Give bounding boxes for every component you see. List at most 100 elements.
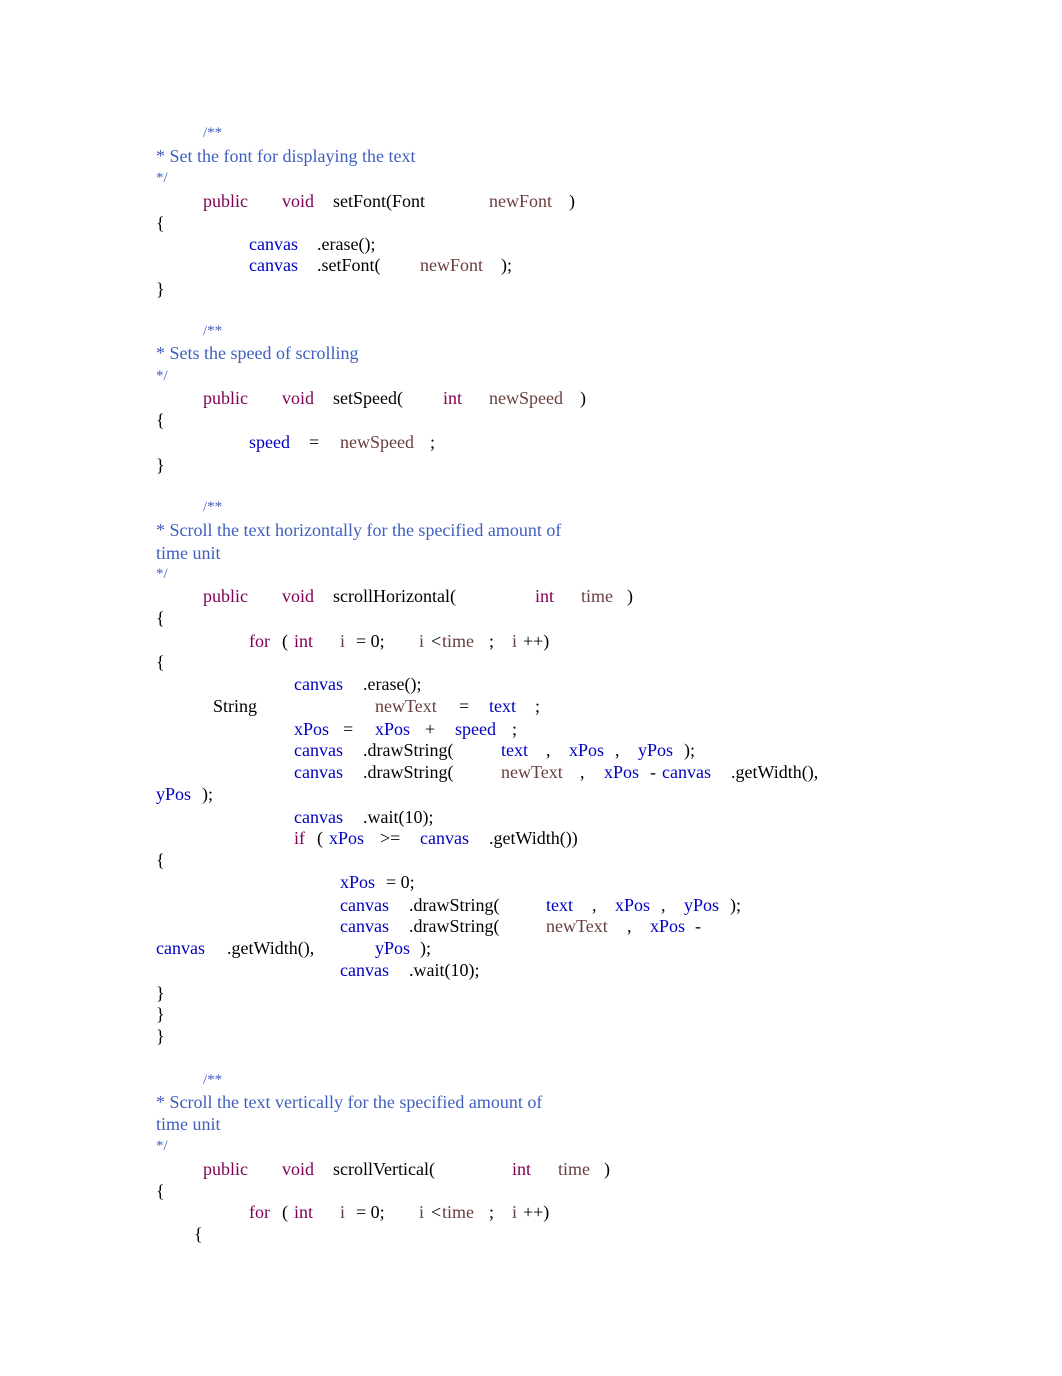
code-token-plain: .getWidth(), — [227, 938, 315, 958]
code-token-field: canvas — [294, 762, 343, 782]
code-token-plain: .drawString( — [409, 895, 500, 915]
code-token-field: canvas — [340, 895, 389, 915]
code-token-plain: String — [213, 696, 258, 716]
code-token-field: xPos — [294, 719, 330, 739]
code-token-plain: setSpeed( — [333, 388, 403, 408]
code-token-plain: ) — [569, 191, 575, 211]
code-token-field: yPos — [684, 895, 720, 915]
code-token-plain: ; — [430, 432, 436, 452]
code-token-plain: } — [156, 1026, 165, 1046]
code-token-plain: .wait(10); — [363, 807, 434, 827]
code-token-plain: scrollHorizontal( — [333, 586, 456, 606]
code-token-var: time — [581, 586, 613, 606]
code-token-plain: ); — [202, 784, 213, 804]
code-token-kw: for — [249, 631, 270, 651]
code-token-plain: .getWidth(), — [731, 762, 819, 782]
code-token-var: newText — [546, 916, 608, 936]
code-token-plain: - — [695, 916, 701, 936]
code-token-comment: */ — [156, 1138, 168, 1154]
code-token-field: canvas — [340, 960, 389, 980]
code-token-plain: ) — [627, 586, 633, 606]
code-token-plain: - — [650, 762, 656, 782]
code-token-kw: public — [203, 191, 248, 211]
code-token-plain: , — [546, 740, 551, 760]
code-token-plain: .getWidth()) — [489, 828, 578, 848]
code-token-kw: void — [282, 1159, 315, 1179]
code-token-plain: ); — [501, 255, 512, 275]
code-token-var: time — [442, 1202, 474, 1222]
code-token-field: canvas — [662, 762, 711, 782]
code-token-comment: /** — [203, 1072, 223, 1088]
code-token-plain: } — [156, 1004, 165, 1024]
code-token-plain: ; — [512, 719, 518, 739]
code-token-kw: int — [294, 1202, 314, 1222]
code-token-field: canvas — [156, 938, 205, 958]
code-token-comment: time unit — [156, 1114, 221, 1134]
code-token-field: xPos — [340, 872, 376, 892]
code-token-plain: >= — [380, 828, 401, 848]
code-token-plain: } — [156, 983, 165, 1003]
code-token-var: newText — [375, 696, 437, 716]
code-token-field: yPos — [638, 740, 674, 760]
code-token-plain: ; — [489, 631, 495, 651]
code-token-plain: { — [156, 652, 165, 672]
code-token-plain: = — [309, 432, 320, 452]
code-token-comment: /** — [203, 323, 223, 339]
code-token-comment: time unit — [156, 543, 221, 563]
code-token-comment: * Scroll the text horizontally for the s… — [156, 520, 562, 540]
code-token-plain: ); — [420, 938, 431, 958]
code-token-var: newFont — [489, 191, 552, 211]
code-token-plain: = — [459, 696, 470, 716]
code-token-field: xPos — [569, 740, 605, 760]
code-token-field: xPos — [604, 762, 640, 782]
code-token-kw: public — [203, 586, 248, 606]
code-token-field: canvas — [294, 674, 343, 694]
code-token-kw: if — [294, 828, 305, 848]
code-token-kw: void — [282, 191, 315, 211]
code-token-plain: ; — [489, 1202, 495, 1222]
code-token-plain: { — [156, 410, 165, 430]
code-token-kw: int — [294, 631, 314, 651]
code-token-plain: } — [156, 455, 165, 475]
code-token-plain: ); — [684, 740, 695, 760]
code-token-kw: void — [282, 388, 315, 408]
code-token-plain: .drawString( — [409, 916, 500, 936]
code-token-plain: ( — [282, 1202, 288, 1222]
code-token-plain: , — [661, 895, 666, 915]
code-token-field: speed — [455, 719, 496, 739]
code-token-field: xPos — [650, 916, 686, 936]
code-token-plain: ); — [730, 895, 741, 915]
code-token-field: text — [489, 696, 516, 716]
code-token-kw: for — [249, 1202, 270, 1222]
code-token-field: canvas — [294, 807, 343, 827]
code-token-comment: * Scroll the text vertically for the spe… — [156, 1092, 543, 1112]
code-token-plain: ) — [604, 1159, 610, 1179]
code-token-plain: , — [615, 740, 620, 760]
code-token-plain: ++) — [523, 631, 550, 651]
code-token-field: yPos — [375, 938, 411, 958]
code-token-plain: { — [156, 213, 165, 233]
code-token-kw: public — [203, 1159, 248, 1179]
code-token-var: i — [340, 1202, 346, 1222]
code-token-plain: , — [592, 895, 597, 915]
code-token-plain: { — [194, 1224, 203, 1244]
code-token-plain: { — [156, 608, 165, 628]
code-token-field: xPos — [615, 895, 651, 915]
code-token-plain: < — [431, 631, 442, 651]
code-token-kw: void — [282, 586, 315, 606]
code-token-comment: * Set the font for displaying the text — [156, 146, 416, 166]
code-token-plain: .drawString( — [363, 740, 454, 760]
code-token-kw: int — [512, 1159, 532, 1179]
code-token-plain: = 0; — [356, 631, 385, 651]
code-token-comment: /** — [203, 125, 223, 141]
code-token-var: time — [442, 631, 474, 651]
code-token-kw: public — [203, 388, 248, 408]
code-token-field: speed — [249, 432, 290, 452]
code-token-comment: * Sets the speed of scrolling — [156, 343, 359, 363]
code-token-comment: */ — [156, 368, 168, 384]
code-token-plain: } — [156, 279, 165, 299]
code-token-kw: int — [443, 388, 463, 408]
code-token-field: yPos — [156, 784, 192, 804]
code-token-plain: = 0; — [356, 1202, 385, 1222]
code-token-field: xPos — [375, 719, 411, 739]
